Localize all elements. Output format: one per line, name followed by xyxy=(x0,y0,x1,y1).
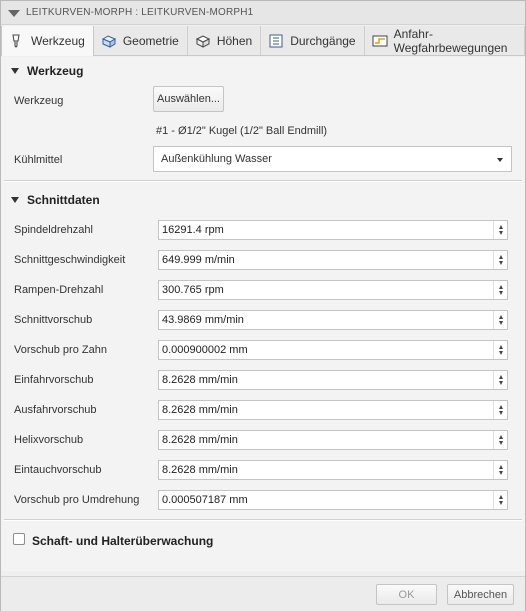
spinner-arrows[interactable] xyxy=(493,491,507,509)
tab-werkzeug[interactable]: Werkzeug xyxy=(1,26,94,56)
field-value[interactable]: 300.765 rpm xyxy=(159,284,493,296)
lead-in-feedrate-input[interactable]: 8.2628 mm/min xyxy=(158,370,508,390)
geometry-icon xyxy=(100,32,118,50)
tab-content: Werkzeug Werkzeug Auswählen... #1 - Ø1/2… xyxy=(1,57,525,571)
field-label: Schnittvorschub xyxy=(14,314,93,326)
dialog-footer: OK Abbrechen xyxy=(1,576,525,611)
cutting-feedrate-input[interactable]: 43.9869 mm/min xyxy=(158,310,508,330)
linking-icon xyxy=(371,32,389,50)
field-label: Ausfahrvorschub xyxy=(14,404,97,416)
tab-anfahr-wegfahr[interactable]: Anfahr-Wegfahrbewegungen xyxy=(365,26,525,55)
field-value[interactable]: 43.9869 mm/min xyxy=(159,314,493,326)
tool-label: Werkzeug xyxy=(14,95,64,107)
ok-button[interactable]: OK xyxy=(376,584,437,605)
dialog-window: LEITKURVEN-MORPH : LEITKURVEN-MORPH1 Wer… xyxy=(0,0,526,611)
tab-label: Durchgänge xyxy=(290,33,356,48)
heights-icon xyxy=(194,32,212,50)
field-label: Spindeldrehzahl xyxy=(14,224,93,236)
tab-label: Geometrie xyxy=(122,33,179,48)
field-value[interactable]: 8.2628 mm/min xyxy=(159,374,493,386)
tab-hoehen[interactable]: Höhen xyxy=(188,26,262,55)
tab-label: Höhen xyxy=(216,33,253,48)
field-label: Helixvorschub xyxy=(14,434,84,446)
spinner-arrows[interactable] xyxy=(493,251,507,269)
section-title: Schnittdaten xyxy=(27,193,100,207)
field-value[interactable]: 16291.4 rpm xyxy=(159,224,493,236)
helix-feedrate-input[interactable]: 8.2628 mm/min xyxy=(158,430,508,450)
spinner-arrows[interactable] xyxy=(493,341,507,359)
field-value[interactable]: 0.000507187 mm xyxy=(159,494,493,506)
dropdown-arrow-icon xyxy=(497,158,503,162)
chevron-down-icon[interactable] xyxy=(11,197,19,203)
section-title: Werkzeug xyxy=(27,64,84,78)
spinner-arrows[interactable] xyxy=(493,461,507,479)
coolant-select[interactable]: Außenkühlung Wasser xyxy=(153,146,512,172)
coolant-value: Außenkühlung Wasser xyxy=(161,153,272,165)
cancel-button[interactable]: Abbrechen xyxy=(447,584,514,605)
field-label: Rampen-Drehzahl xyxy=(14,284,104,296)
plunge-feedrate-input[interactable]: 8.2628 mm/min xyxy=(158,460,508,480)
tab-label: Anfahr-Wegfahrbewegungen xyxy=(393,26,508,55)
feed-per-tooth-input[interactable]: 0.000900002 mm xyxy=(158,340,508,360)
field-label: Vorschub pro Zahn xyxy=(14,344,107,356)
collapse-icon[interactable] xyxy=(8,7,20,19)
window-title: LEITKURVEN-MORPH : LEITKURVEN-MORPH1 xyxy=(26,7,254,18)
tool-icon xyxy=(8,32,26,50)
spinner-arrows[interactable] xyxy=(493,311,507,329)
tab-geometrie[interactable]: Geometrie xyxy=(94,26,188,55)
feed-per-revolution-input[interactable]: 0.000507187 mm xyxy=(158,490,508,510)
field-label: Einfahrvorschub xyxy=(14,374,94,386)
spinner-arrows[interactable] xyxy=(493,281,507,299)
select-tool-button[interactable]: Auswählen... xyxy=(153,86,224,112)
spinner-arrows[interactable] xyxy=(493,221,507,239)
field-label: Eintauchvorschub xyxy=(14,464,102,476)
tool-description: #1 - Ø1/2" Kugel (1/2" Ball Endmill) xyxy=(156,125,328,137)
field-value[interactable]: 649.999 m/min xyxy=(159,254,493,266)
coolant-label: Kühlmittel xyxy=(14,154,63,166)
spinner-arrows[interactable] xyxy=(493,431,507,449)
ramp-speed-input[interactable]: 300.765 rpm xyxy=(158,280,508,300)
field-value[interactable]: 8.2628 mm/min xyxy=(159,434,493,446)
tab-durchgaenge[interactable]: Durchgänge xyxy=(261,26,365,55)
section-schnittdaten-header[interactable]: Schnittdaten xyxy=(1,187,525,213)
field-label: Vorschub pro Umdrehung xyxy=(14,494,140,506)
section-werkzeug-header[interactable]: Werkzeug xyxy=(1,58,525,84)
tab-label: Werkzeug xyxy=(31,34,85,48)
spindle-speed-input[interactable]: 16291.4 rpm xyxy=(158,220,508,240)
field-value[interactable]: 0.000900002 mm xyxy=(159,344,493,356)
shaft-holder-checkbox[interactable] xyxy=(13,533,25,545)
field-value[interactable]: 8.2628 mm/min xyxy=(159,404,493,416)
field-label: Schnittgeschwindigkeit xyxy=(14,254,126,266)
tab-bar: Werkzeug Geometrie Höhen Durchgänge Anfa… xyxy=(1,26,525,56)
passes-icon xyxy=(267,32,285,50)
title-bar[interactable]: LEITKURVEN-MORPH : LEITKURVEN-MORPH1 xyxy=(1,1,525,25)
field-value[interactable]: 8.2628 mm/min xyxy=(159,464,493,476)
shaft-holder-label: Schaft- und Halterüberwachung xyxy=(32,534,214,548)
divider xyxy=(4,519,522,521)
chevron-down-icon[interactable] xyxy=(11,68,19,74)
cutting-speed-input[interactable]: 649.999 m/min xyxy=(158,250,508,270)
divider xyxy=(4,180,522,182)
spinner-arrows[interactable] xyxy=(493,371,507,389)
spinner-arrows[interactable] xyxy=(493,401,507,419)
lead-out-feedrate-input[interactable]: 8.2628 mm/min xyxy=(158,400,508,420)
